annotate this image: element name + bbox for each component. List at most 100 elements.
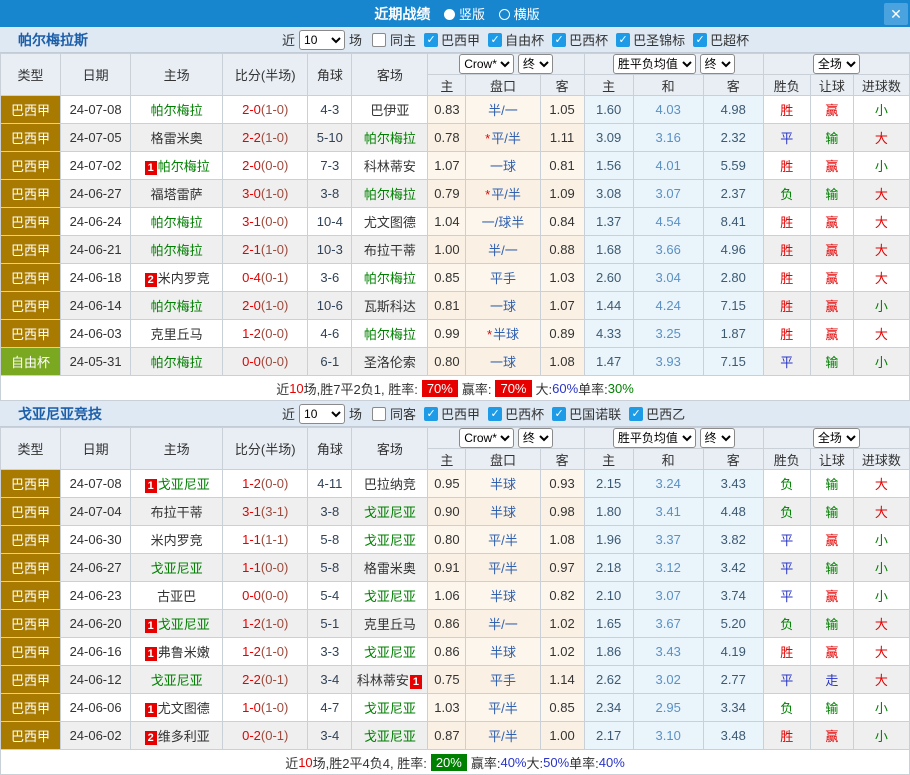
handicap-text: 一/球半 [482,215,525,230]
avg-draw: 3.07 [633,582,703,610]
league-filter-checkbox[interactable]: ✓ [616,33,630,47]
away-team[interactable]: 圣洛伦索 [352,348,428,376]
away-team[interactable]: 科林蒂安1 [352,666,428,694]
team-name-text: 帕尔梅拉 [364,187,416,202]
league-filter-checkbox[interactable]: ✓ [552,33,566,47]
home-team[interactable]: 戈亚尼亚 [131,666,223,694]
halftime-score: (0-0) [261,560,288,575]
team-name: 帕尔梅拉斯 [18,30,280,50]
matches-tbody: 巴西甲24-07-08帕尔梅拉2-0(1-0)4-3巴伊亚0.83半/一1.05… [1,96,910,376]
home-team[interactable]: 1戈亚尼亚 [131,610,223,638]
handicap: 平/半 [466,722,540,750]
avg-final-select[interactable]: 终 [700,428,735,448]
horizontal-layout-radio[interactable] [499,9,510,20]
avg-type-select[interactable]: 胜平负均值 [613,428,696,448]
result-handicap: 输 [810,498,853,526]
avg-final-select[interactable]: 终 [700,54,735,74]
games-count-select[interactable]: 10 [299,404,345,424]
home-team[interactable]: 2维多利亚 [131,722,223,750]
away-team[interactable]: 戈亚尼亚 [352,582,428,610]
same-venue-label: 同主 [390,30,416,49]
halftime-score: (1-0) [261,186,288,201]
home-team[interactable]: 福塔雷萨 [131,180,223,208]
home-team[interactable]: 古亚巴 [131,582,223,610]
league-filter-checkbox[interactable]: ✓ [552,407,566,421]
handicap: 一球 [466,292,540,320]
away-team[interactable]: 科林蒂安 [352,152,428,180]
odds-final-select[interactable]: 终 [518,54,553,74]
scope-select[interactable]: 全场 [813,428,860,448]
league-filter-checkbox[interactable]: ✓ [424,407,438,421]
away-team[interactable]: 戈亚尼亚 [352,694,428,722]
league-filter-checkbox[interactable]: ✓ [488,33,502,47]
away-team[interactable]: 巴伊亚 [352,96,428,124]
team-name-text: 戈亚尼亚 [364,505,416,520]
home-team[interactable]: 2米内罗竞 [131,264,223,292]
home-team[interactable]: 帕尔梅拉 [131,208,223,236]
handicap-text: 半球 [490,477,516,492]
away-team[interactable]: 戈亚尼亚 [352,722,428,750]
away-team[interactable]: 戈亚尼亚 [352,526,428,554]
home-team[interactable]: 1弗鲁米嫩 [131,638,223,666]
home-team[interactable]: 帕尔梅拉 [131,236,223,264]
home-team[interactable]: 布拉干蒂 [131,498,223,526]
team-name-text: 科林蒂安 [364,159,416,174]
odds-source-select[interactable]: Crow* [459,428,514,448]
avg-type-select[interactable]: 胜平负均值 [613,54,696,74]
away-team[interactable]: 克里丘马 [352,610,428,638]
summary-segment: 30% [608,381,634,396]
home-team[interactable]: 米内罗竞 [131,526,223,554]
league-filter-checkbox[interactable]: ✓ [693,33,707,47]
rank-badge: 1 [145,161,157,175]
result-goals: 大 [853,180,909,208]
vertical-layout-radio[interactable] [444,9,455,20]
away-team[interactable]: 布拉干蒂 [352,236,428,264]
league-filter-checkbox[interactable]: ✓ [424,33,438,47]
home-team[interactable]: 帕尔梅拉 [131,292,223,320]
away-team[interactable]: 戈亚尼亚 [352,638,428,666]
odds-home: 1.04 [428,208,466,236]
close-icon[interactable]: ✕ [884,3,908,25]
same-venue-checkbox[interactable] [372,407,386,421]
avg-home: 1.80 [584,498,633,526]
scope-select[interactable]: 全场 [813,54,860,74]
away-team[interactable]: 帕尔梅拉 [352,320,428,348]
away-team[interactable]: 戈亚尼亚 [352,498,428,526]
away-team[interactable]: 格雷米奥 [352,554,428,582]
result-outcome: 胜 [763,96,810,124]
away-team[interactable]: 帕尔梅拉 [352,180,428,208]
away-team[interactable]: 尤文图德 [352,208,428,236]
away-team[interactable]: 帕尔梅拉 [352,264,428,292]
league-filter-checkbox[interactable]: ✓ [488,407,502,421]
match-date: 24-06-27 [61,554,131,582]
halftime-score: (0-0) [261,158,288,173]
home-team[interactable]: 1帕尔梅拉 [131,152,223,180]
team-name-text: 巴拉纳竞 [364,477,416,492]
match-date: 24-06-24 [61,208,131,236]
team-section-away: 戈亚尼亚竞技 近10场同客✓巴西甲✓巴西杯✓巴国诺联✓巴西乙 类型 日期 主场 … [0,401,910,775]
near-label: 近 [282,30,295,49]
home-team[interactable]: 帕尔梅拉 [131,348,223,376]
games-count-select[interactable]: 10 [299,30,345,50]
fulltime-score: 2-0 [242,298,261,313]
home-team[interactable]: 1戈亚尼亚 [131,470,223,498]
score: 0-4(0-1) [223,264,308,292]
result-handicap: 赢 [810,208,853,236]
odds-final-select[interactable]: 终 [518,428,553,448]
col-handicap-result: 让球 [810,75,853,96]
league-filter-checkbox[interactable]: ✓ [629,407,643,421]
home-team[interactable]: 格雷米奥 [131,124,223,152]
avg-home: 2.10 [584,582,633,610]
away-team[interactable]: 瓦斯科达 [352,292,428,320]
fulltime-score: 1-1 [242,560,261,575]
home-team[interactable]: 帕尔梅拉 [131,96,223,124]
away-team[interactable]: 巴拉纳竞 [352,470,428,498]
odds-source-select[interactable]: Crow* [459,54,514,74]
home-team[interactable]: 克里丘马 [131,320,223,348]
corner-score: 4-6 [308,320,352,348]
away-team[interactable]: 帕尔梅拉 [352,124,428,152]
same-venue-checkbox[interactable] [372,33,386,47]
league-type-badge: 巴西甲 [1,320,61,348]
home-team[interactable]: 戈亚尼亚 [131,554,223,582]
home-team[interactable]: 1尤文图德 [131,694,223,722]
